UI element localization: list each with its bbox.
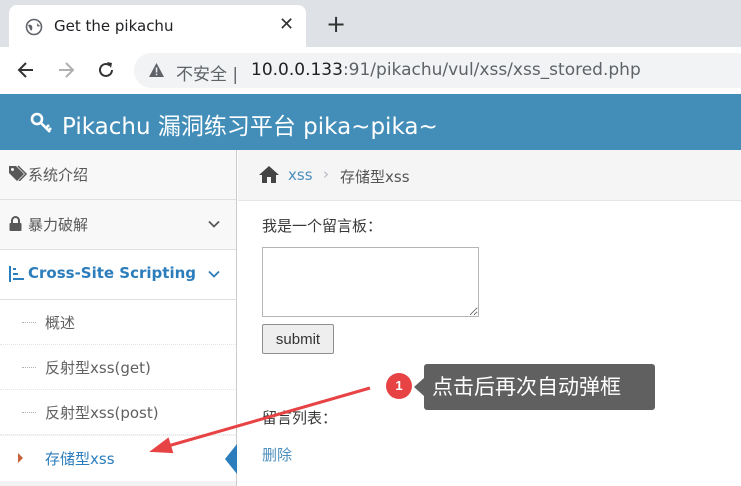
delete-link[interactable]: 删除 [262, 444, 292, 465]
chevron-down-icon [208, 270, 220, 278]
sidebar: 系统介绍 暴力破解 Cross-Site Scripting 概述 反射型xss… [0, 150, 237, 486]
sidebar-subitem-label: 存储型xss [45, 450, 115, 468]
new-tab-button[interactable]: + [326, 12, 346, 36]
sidebar-subitem-overview[interactable]: 概述 [0, 300, 236, 345]
back-arrow-icon[interactable] [15, 59, 37, 81]
chevron-down-icon [208, 220, 220, 228]
reload-icon[interactable] [95, 59, 117, 81]
tags-icon [9, 165, 28, 181]
sidebar-subitem-stored-xss[interactable]: 存储型xss [0, 436, 237, 481]
submit-button[interactable]: submit [262, 324, 334, 354]
sidebar-subitem-reflected-get[interactable]: 反射型xss(get) [0, 345, 236, 390]
browser-tabstrip: Get the pikachu ✕ + [0, 0, 741, 47]
sidebar-item-label: Cross-Site Scripting [28, 264, 197, 282]
lock-icon [9, 216, 22, 231]
tab-title: Get the pikachu [54, 17, 174, 35]
warning-triangle-icon[interactable] [148, 62, 165, 78]
tab-close-icon[interactable]: ✕ [279, 16, 294, 34]
sidebar-item-brute-force[interactable]: 暴力破解 [0, 200, 236, 250]
home-icon[interactable] [258, 165, 280, 184]
annotation-badge: 1 [386, 373, 412, 399]
forward-arrow-icon[interactable] [55, 59, 77, 81]
address-bar[interactable]: 不安全 | 10.0.0.133:91/pikachu/vul/xss/xss_… [134, 53, 741, 88]
breadcrumb-separator: › [323, 165, 329, 183]
globe-icon [25, 18, 43, 36]
browser-toolbar: 不安全 | 10.0.0.133:91/pikachu/vul/xss/xss_… [0, 47, 741, 94]
site-title: Pikachu 漏洞练习平台 pika~pika~ [62, 114, 438, 140]
message-board-label: 我是一个留言板： [262, 217, 383, 235]
annotation-pointer [414, 378, 424, 396]
message-textarea[interactable] [262, 247, 479, 317]
annotation-callout: 点击后再次自动弹框 [424, 364, 655, 410]
security-label: 不安全 | [176, 65, 239, 85]
message-list-label: 留言列表： [262, 409, 338, 427]
sidebar-item-label: 系统介绍 [28, 166, 89, 184]
sidebar-item-label: 暴力破解 [28, 216, 89, 234]
tree-connector [22, 412, 36, 413]
url-text[interactable]: 10.0.0.133:91/pikachu/vul/xss/xss_stored… [251, 60, 641, 80]
breadcrumb-current: 存储型xss [340, 168, 410, 186]
site-header: Pikachu 漏洞练习平台 pika~pika~ [0, 94, 741, 150]
sidebar-subitem-label: 反射型xss(post) [45, 404, 159, 422]
breadcrumb: xss › 存储型xss [238, 150, 741, 201]
key-icon [30, 112, 52, 133]
breadcrumb-link-xss[interactable]: xss [288, 166, 313, 184]
sidebar-subitem-label: 概述 [45, 314, 76, 332]
active-indicator [225, 444, 237, 474]
tree-connector [22, 367, 36, 368]
caret-right-icon [18, 453, 23, 463]
browser-tab[interactable]: Get the pikachu ✕ [9, 5, 306, 47]
sidebar-item-system-intro[interactable]: 系统介绍 [0, 150, 236, 200]
sidebar-subitem-label: 反射型xss(get) [45, 359, 151, 377]
list-icon [9, 266, 24, 282]
sidebar-subitem-reflected-post[interactable]: 反射型xss(post) [0, 390, 236, 435]
sidebar-item-xss[interactable]: Cross-Site Scripting [0, 250, 236, 300]
tree-connector [22, 322, 36, 323]
